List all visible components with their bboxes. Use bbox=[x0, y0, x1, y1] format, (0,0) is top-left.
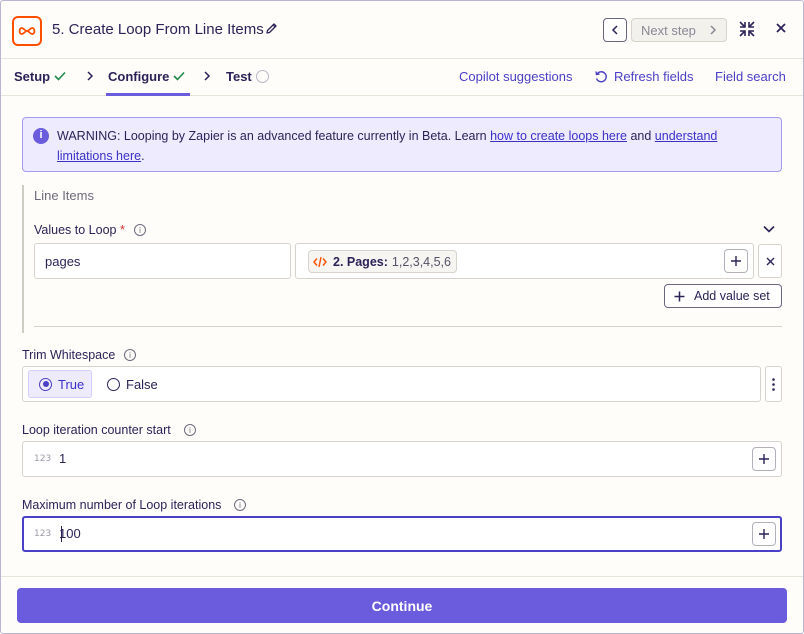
required-marker: * bbox=[119, 223, 125, 237]
step-title: 5. Create Loop From Line Items bbox=[52, 21, 264, 38]
insert-data-button[interactable] bbox=[752, 522, 776, 546]
panel-header: 5. Create Loop From Line Items Next step bbox=[1, 1, 803, 59]
number-type-icon: 123 bbox=[34, 529, 52, 539]
add-value-set-label: Add value set bbox=[694, 289, 770, 303]
panel-footer: Continue bbox=[1, 576, 803, 633]
mapped-field-pill[interactable]: 2. Pages: 1,2,3,4,5,6 bbox=[308, 250, 457, 273]
tab-configure[interactable]: Configure bbox=[108, 69, 169, 84]
collapse-icon[interactable] bbox=[738, 20, 756, 41]
warning-text-end: . bbox=[141, 148, 145, 163]
check-icon bbox=[54, 71, 66, 81]
pencil-icon[interactable] bbox=[265, 22, 278, 38]
step-editor-panel: 5. Create Loop From Line Items Next step… bbox=[0, 0, 804, 634]
copilot-suggestions-link[interactable]: Copilot suggestions bbox=[459, 69, 572, 84]
loop-key-input[interactable]: pages bbox=[34, 243, 291, 279]
trim-whitespace-radio-group: True False bbox=[22, 366, 761, 402]
tab-setup[interactable]: Setup bbox=[14, 69, 50, 84]
code-icon bbox=[313, 256, 327, 267]
section-divider bbox=[34, 326, 782, 327]
remove-value-button[interactable] bbox=[758, 244, 782, 278]
radio-true[interactable]: True bbox=[28, 370, 92, 398]
previous-step-button[interactable] bbox=[603, 18, 627, 42]
plus-icon bbox=[731, 256, 741, 266]
chevron-right-icon bbox=[87, 71, 94, 81]
line-items-group-border bbox=[22, 185, 24, 333]
info-icon[interactable]: i bbox=[234, 499, 246, 511]
next-step-label: Next step bbox=[641, 22, 696, 38]
step-tabs: Setup Configure Test Copilot suggestions… bbox=[1, 59, 803, 96]
tab-test[interactable]: Test bbox=[226, 69, 252, 84]
plus-icon bbox=[674, 291, 685, 301]
insert-data-button[interactable] bbox=[752, 447, 776, 471]
chevron-right-icon bbox=[710, 25, 717, 35]
max-iterations-input[interactable]: 123 100 bbox=[22, 516, 782, 552]
chevron-down-icon[interactable] bbox=[763, 221, 775, 236]
loop-value-input[interactable]: 2. Pages: 1,2,3,4,5,6 bbox=[295, 243, 754, 279]
radio-true-label: True bbox=[58, 376, 85, 392]
info-icon[interactable]: i bbox=[134, 224, 146, 236]
plus-icon bbox=[759, 529, 769, 539]
insert-data-button[interactable] bbox=[724, 249, 748, 273]
counter-start-label: Loop iteration counter start bbox=[22, 423, 171, 437]
next-step-button[interactable]: Next step bbox=[631, 18, 727, 42]
looping-app-icon bbox=[12, 16, 42, 46]
info-icon[interactable]: i bbox=[124, 349, 136, 361]
max-iterations-label: Maximum number of Loop iterations bbox=[22, 498, 222, 512]
max-iterations-value: 100 bbox=[59, 526, 81, 541]
radio-false[interactable]: False bbox=[107, 370, 158, 398]
radio-selected-icon bbox=[39, 377, 52, 391]
values-to-loop-label: Values to Loop * bbox=[34, 223, 125, 237]
radio-unselected-icon bbox=[107, 377, 120, 391]
info-icon[interactable]: i bbox=[184, 424, 196, 436]
warning-text-middle: and bbox=[626, 129, 655, 143]
pending-status-icon bbox=[256, 70, 269, 83]
pill-value: 1,2,3,4,5,6 bbox=[391, 254, 451, 269]
info-icon: i bbox=[33, 128, 49, 144]
close-icon bbox=[766, 257, 774, 265]
chevron-right-icon bbox=[204, 71, 211, 81]
refresh-fields-link[interactable]: Refresh fields bbox=[614, 69, 693, 84]
warning-text: WARNING: Looping by Zapier is an advance… bbox=[57, 129, 491, 143]
beta-warning-banner: i WARNING: Looping by Zapier is an advan… bbox=[22, 117, 782, 172]
create-loops-link[interactable]: how to create loops here bbox=[490, 129, 627, 143]
refresh-icon[interactable] bbox=[594, 70, 608, 87]
kebab-icon bbox=[772, 377, 775, 391]
text-cursor bbox=[61, 526, 62, 542]
more-options-button[interactable] bbox=[765, 366, 782, 402]
line-items-title: Line Items bbox=[34, 188, 94, 203]
counter-start-value: 1 bbox=[59, 451, 67, 466]
counter-start-input[interactable]: 123 1 bbox=[22, 441, 782, 477]
plus-icon bbox=[759, 454, 769, 464]
close-icon[interactable] bbox=[775, 22, 787, 37]
chevron-left-icon bbox=[611, 25, 618, 35]
pill-step-label: 2. Pages: bbox=[333, 254, 388, 269]
trim-whitespace-label: Trim Whitespace bbox=[22, 348, 116, 362]
add-value-set-button[interactable]: Add value set bbox=[664, 284, 782, 308]
active-tab-indicator bbox=[106, 93, 190, 96]
check-icon bbox=[173, 71, 185, 81]
continue-button[interactable]: Continue bbox=[17, 588, 787, 623]
number-type-icon: 123 bbox=[34, 454, 52, 464]
radio-false-label: False bbox=[126, 376, 158, 392]
values-to-loop-text: Values to Loop bbox=[34, 223, 117, 237]
field-search-link[interactable]: Field search bbox=[715, 69, 786, 84]
